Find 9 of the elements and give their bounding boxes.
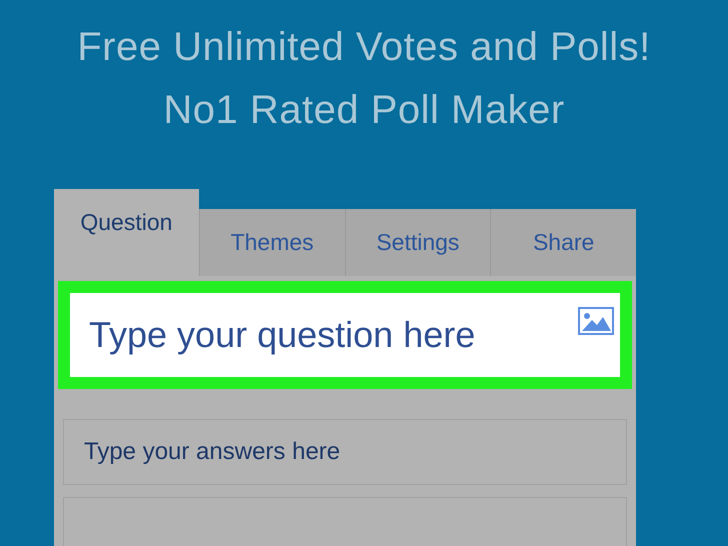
tab[interactable]: Settings [344, 209, 490, 276]
question-field[interactable]: Type your question here [70, 293, 620, 377]
tab[interactable]: Themes [198, 209, 344, 276]
tab[interactable]: Question [54, 189, 199, 276]
headline: Free Unlimited Votes and Polls! [77, 24, 651, 71]
tab[interactable]: Share [490, 209, 636, 276]
image-icon[interactable] [578, 307, 614, 335]
headline: No1 Rated Poll Maker [163, 87, 565, 134]
answer-field[interactable]: Type your answers here [63, 419, 627, 485]
